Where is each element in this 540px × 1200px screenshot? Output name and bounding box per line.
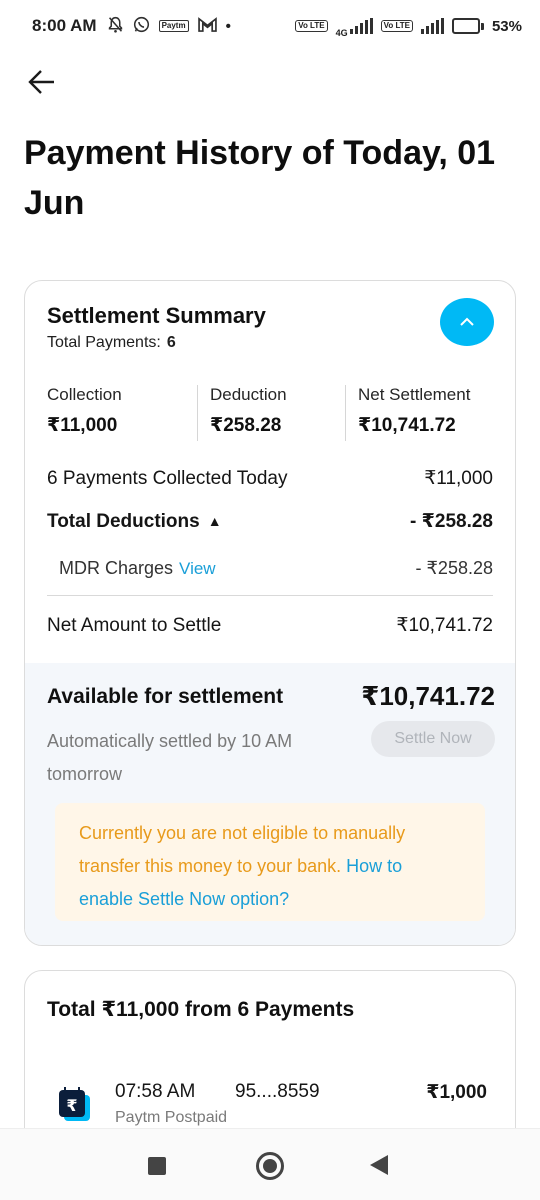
- mdr-charges-row: MDR Charges View - ₹258.28: [59, 558, 493, 579]
- total-payments-label: Total Payments:: [47, 334, 161, 351]
- metric-label: Deduction: [210, 385, 287, 404]
- status-bar: 8:00 AM Paytm • Vo LTE 4G Vo LTE 53%: [0, 0, 540, 52]
- back-arrow-icon[interactable]: [26, 66, 58, 98]
- battery-icon: [451, 18, 484, 34]
- payments-title: Total ₹11,000 from 6 Payments: [47, 998, 355, 1021]
- paytm-postpaid-rupee-icon: ₹: [57, 1087, 91, 1123]
- net-amount-label: Net Amount to Settle: [47, 614, 222, 636]
- nav-back-icon[interactable]: [370, 1155, 388, 1175]
- settlement-summary-card: Settlement Summary Total Payments: 6 Coll…: [24, 280, 516, 946]
- available-settlement-section: Available for settlement ₹10,741.72 Auto…: [25, 663, 515, 945]
- collected-label: 6 Payments Collected Today: [47, 467, 288, 489]
- total-deductions-text: Total Deductions: [47, 510, 200, 532]
- settlement-summary-title: Settlement Summary: [47, 303, 266, 328]
- status-time: 8:00 AM: [32, 16, 97, 35]
- total-deductions-row[interactable]: Total Deductions ▲ - ₹258.28: [47, 510, 493, 533]
- metric-deduction: Deduction ₹258.28: [210, 385, 287, 443]
- signal-strength-sim2-icon: [420, 18, 444, 34]
- metric-net-settlement: Net Settlement ₹10,741.72: [358, 385, 470, 443]
- signal-strength-icon: [349, 18, 373, 34]
- payment-number: 95....8559: [235, 1081, 320, 1102]
- collected-value: ₹11,000: [424, 468, 493, 489]
- total-deductions-label: Total Deductions ▲: [47, 511, 222, 533]
- metric-collection: Collection ₹11,000: [47, 385, 122, 443]
- payment-time: 07:58 AM: [115, 1081, 196, 1102]
- more-notifications-dot-icon: •: [225, 17, 231, 35]
- metric-label: Net Settlement: [358, 385, 471, 404]
- payment-source: Paytm Postpaid: [115, 1109, 228, 1126]
- home-icon[interactable]: [256, 1152, 284, 1180]
- total-deductions-value: - ₹258.28: [410, 511, 493, 532]
- available-settlement-title: Available for settlement: [47, 685, 284, 708]
- metric-divider: [345, 385, 346, 441]
- metric-value: ₹11,000: [47, 415, 118, 436]
- eligibility-warning: Currently you are not eligible to manual…: [55, 803, 485, 921]
- network-type-label: 4G: [335, 28, 348, 38]
- recent-apps-icon[interactable]: [148, 1157, 166, 1175]
- divider: [47, 595, 493, 596]
- chevron-up-icon: [460, 317, 474, 326]
- mdr-view-link[interactable]: View: [179, 559, 216, 578]
- paytm-icon: Paytm: [158, 20, 189, 32]
- volte-sim2-icon: Vo LTE: [380, 20, 413, 32]
- gmail-icon: [197, 17, 217, 35]
- auto-settle-note: Automatically settled by 10 AM tomorrow: [47, 731, 293, 784]
- svg-text:₹: ₹: [66, 1096, 77, 1115]
- mute-notification-icon: [107, 16, 124, 36]
- collected-row: 6 Payments Collected Today ₹11,000: [47, 467, 493, 490]
- settle-now-button[interactable]: Settle Now: [371, 721, 495, 757]
- metric-value: ₹258.28: [210, 415, 282, 436]
- page-title: Payment History of Today, 01 Jun: [24, 134, 496, 222]
- chevron-up-icon: ▲: [207, 513, 222, 530]
- battery-percent: 53%: [491, 17, 522, 35]
- metric-divider: [197, 385, 198, 441]
- metric-value: ₹10,741.72: [358, 415, 456, 436]
- metric-label: Collection: [47, 385, 122, 404]
- available-settlement-amount: ₹10,741.72: [361, 681, 495, 711]
- volte-icon: Vo LTE: [295, 20, 328, 32]
- mdr-charges-label-group: MDR Charges View: [59, 558, 216, 579]
- whatsapp-icon: [133, 16, 150, 36]
- total-payments: Total Payments: 6: [47, 334, 176, 352]
- system-navigation-bar: [0, 1128, 540, 1200]
- collapse-summary-button[interactable]: [440, 298, 494, 346]
- net-amount-row: Net Amount to Settle ₹10,741.72: [47, 614, 493, 637]
- mdr-charges-value: - ₹258.28: [415, 558, 493, 578]
- net-amount-value: ₹10,741.72: [396, 615, 493, 636]
- mdr-charges-label: MDR Charges: [59, 558, 174, 578]
- total-payments-value: 6: [166, 334, 176, 351]
- payment-amount: ₹1,000: [426, 1082, 487, 1103]
